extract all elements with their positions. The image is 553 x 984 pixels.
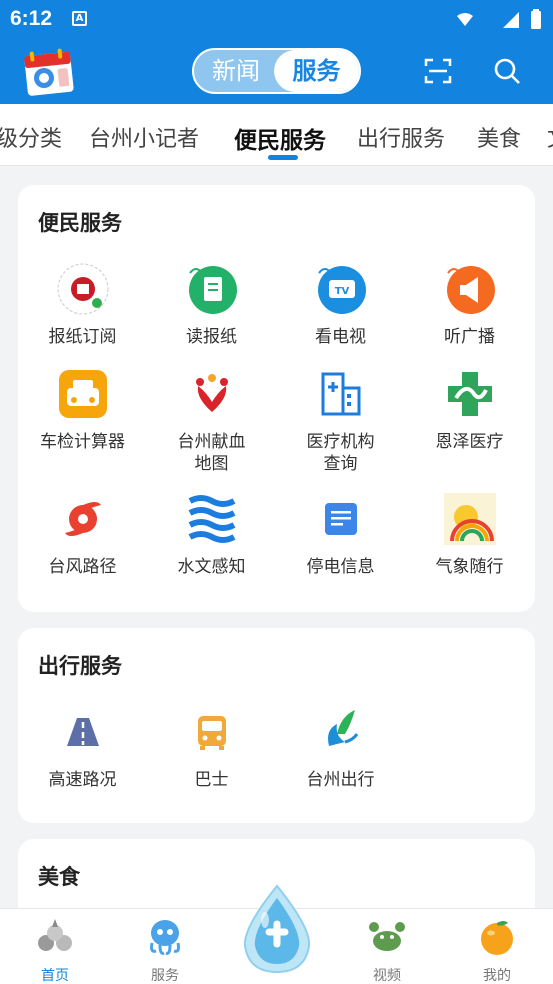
service-item-read-newspaper[interactable]: 读报纸 [147,263,276,348]
tab-convenience-services[interactable]: 便民服务 [234,121,326,155]
service-item-weather[interactable]: 气象随行 [405,493,534,578]
status-icons [457,9,541,29]
scan-icon[interactable] [423,56,453,86]
top-app-bar: 新闻 服务 [0,38,553,104]
news-service-segmented-control: 新闻 服务 [192,48,361,94]
nav-label: 服务 [151,968,179,984]
service-item-label: 巴士 [194,770,229,790]
service-item-bus[interactable]: 巴士 [147,706,276,791]
service-item-enze-medical[interactable]: 恩泽医疗 [405,368,534,453]
hospital-building-icon [321,372,360,416]
tab-category[interactable]: 级分类 [0,121,62,153]
segment-service[interactable]: 服务 [274,50,359,92]
bus-icon [197,716,226,750]
typhoon-icon [64,502,101,536]
nav-label: 首页 [41,968,69,984]
service-item-typhoon-path[interactable]: 台风路径 [18,493,147,578]
service-item-newspaper-subscription[interactable]: 报纸订阅 [18,263,147,348]
service-item-label: 恩泽医疗 [435,432,504,452]
service-item-label: 停电信息 [306,557,375,577]
active-tab-indicator [268,155,298,160]
signal-icon [503,12,519,28]
service-item-label: 听广播 [444,327,495,347]
nav-label: 我的 [483,968,511,984]
service-item-watch-tv[interactable]: TV 看电视 [276,263,405,348]
service-item-label: 水文感知 [177,557,246,577]
section-title: 便民服务 [38,211,122,235]
highway-icon [66,718,99,746]
travel-services-card: 出行服务 高速路况 巴士 台州出行 [18,628,535,823]
service-item-label: 高速路况 [48,770,117,790]
nav-mine[interactable]: 我的 [452,917,542,984]
qr-newspaper-icon [57,263,108,315]
service-item-medical-institution-search[interactable]: 医疗机构 查询 [276,368,405,475]
notification-a-icon: A [72,11,87,26]
category-tabs: 级分类 台州小记者 便民服务 出行服务 美食 文 [0,104,553,166]
service-item-label: 台风路径 [48,557,117,577]
service-item-power-outage-info[interactable]: 停电信息 [276,493,405,578]
nav-service[interactable]: 服务 [120,917,210,984]
service-item-blood-donation-map[interactable]: 台州献血 地图 [147,368,276,475]
segment-news[interactable]: 新闻 [194,50,278,92]
service-item-label: 看电视 [315,327,366,347]
service-item-label: 医疗机构 查询 [306,432,375,474]
service-item-highway-status[interactable]: 高速路况 [18,706,147,791]
wifi-icon [457,13,473,26]
home-icon [38,919,72,951]
service-item-label: 台州出行 [306,770,375,790]
svg-text:TV: TV [334,286,349,297]
water-waves-icon [188,495,235,543]
nav-home[interactable]: 首页 [10,917,100,984]
section-title: 出行服务 [38,654,122,678]
tv-icon: TV [317,266,366,314]
notice-icon [324,503,357,535]
service-item-listen-radio[interactable]: 听广播 [405,263,534,348]
service-item-taizhou-travel[interactable]: 台州出行 [276,706,405,791]
taxi-icon [58,370,107,418]
medical-cross-icon [447,372,492,416]
service-octopus-icon [150,920,180,955]
tab-food[interactable]: 美食 [477,121,521,153]
service-item-label: 台州献血 地图 [177,432,246,474]
center-drop-plus-icon[interactable] [241,884,313,974]
blood-donation-icon [195,374,228,412]
tab-travel-services[interactable]: 出行服务 [357,121,445,153]
service-item-hydrology[interactable]: 水文感知 [147,493,276,578]
battery-icon [531,11,541,29]
video-crab-icon [369,922,405,951]
service-item-label: 车检计算器 [40,432,125,452]
service-item-label: 报纸订阅 [48,327,117,347]
radio-megaphone-icon [446,266,495,314]
nav-video[interactable]: 视频 [342,917,432,984]
tab-next[interactable]: 文 [547,121,553,153]
service-item-label: 气象随行 [435,557,504,577]
service-item-car-inspection-calculator[interactable]: 车检计算器 [18,368,147,453]
tab-reporters[interactable]: 台州小记者 [89,121,199,153]
search-icon[interactable] [492,56,522,86]
service-item-label: 读报纸 [186,327,237,347]
convenience-services-card: 便民服务 报纸订阅 读报纸 TV 看电视 听广播 车检计算器 台州献血 地图 医… [18,185,535,612]
mine-orange-icon [481,921,513,955]
calendar-logo-icon[interactable] [20,48,76,96]
status-bar: 6:12 A [0,0,553,38]
taizhou-travel-icon [327,710,358,746]
read-newspaper-icon [188,266,237,314]
nav-label: 视频 [373,968,401,984]
status-time: 6:12 [10,7,53,30]
rainbow-sun-icon [443,493,496,545]
section-title: 美食 [38,865,80,889]
